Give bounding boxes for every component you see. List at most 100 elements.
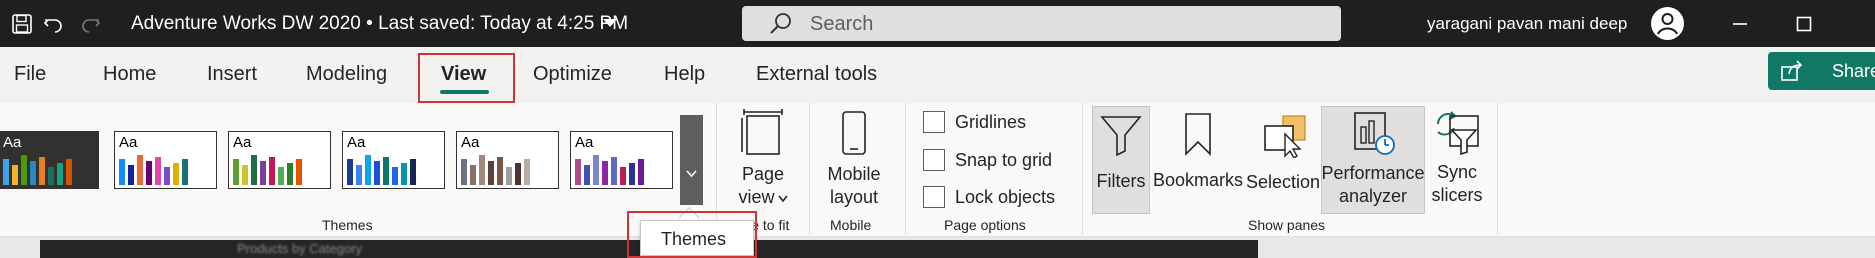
theme-color-bar bbox=[401, 163, 407, 185]
mobile-layout-button[interactable]: Mobile layout bbox=[818, 110, 890, 209]
page-view-label-line2: view bbox=[738, 187, 775, 207]
divider bbox=[1082, 103, 1083, 235]
themes-group-label: Themes bbox=[322, 217, 373, 233]
tab-home[interactable]: Home bbox=[103, 62, 156, 86]
selection-pane-button[interactable]: Selection bbox=[1245, 106, 1321, 194]
mobile-layout-label-line2: layout bbox=[829, 187, 879, 207]
theme-swatch-label: Aa bbox=[119, 134, 138, 151]
theme-color-bar bbox=[356, 165, 362, 185]
chevron-down-icon bbox=[686, 165, 697, 183]
tab-insert[interactable]: Insert bbox=[207, 62, 257, 86]
redo-icon[interactable] bbox=[76, 0, 106, 47]
lock-objects-checkbox[interactable]: Lock objects bbox=[923, 186, 1055, 208]
theme-color-bar bbox=[251, 155, 257, 185]
search-box[interactable]: Search bbox=[742, 6, 1341, 41]
bookmarks-pane-button[interactable]: Bookmarks bbox=[1152, 106, 1244, 192]
theme-color-bar bbox=[182, 159, 188, 185]
minimize-icon[interactable] bbox=[1716, 0, 1764, 47]
theme-color-bar bbox=[629, 163, 635, 185]
tab-optimize[interactable]: Optimize bbox=[533, 62, 612, 86]
checkbox-box[interactable] bbox=[923, 149, 945, 171]
theme-color-bars bbox=[3, 155, 72, 185]
theme-swatch-2[interactable]: Aa bbox=[114, 131, 217, 189]
theme-color-bar bbox=[39, 157, 45, 185]
theme-color-bar bbox=[479, 155, 485, 185]
theme-swatch-label: Aa bbox=[3, 134, 22, 151]
tab-help[interactable]: Help bbox=[664, 62, 705, 86]
theme-color-bar bbox=[296, 159, 302, 185]
view-tab-highlight bbox=[418, 53, 515, 103]
theme-color-bar bbox=[575, 159, 581, 185]
theme-color-bar bbox=[461, 159, 467, 185]
theme-color-bar bbox=[66, 159, 72, 185]
filters-pane-button[interactable]: Filters bbox=[1092, 106, 1150, 214]
theme-swatch-4[interactable]: Aa bbox=[342, 131, 445, 189]
mobile-layout-label-line1: Mobile bbox=[827, 164, 881, 184]
theme-swatch-3[interactable]: Aa bbox=[228, 131, 331, 189]
user-name[interactable]: yaragani pavan mani deep bbox=[1427, 14, 1627, 34]
title-dropdown-icon[interactable] bbox=[603, 19, 617, 27]
tab-external-tools[interactable]: External tools bbox=[756, 62, 877, 86]
tooltip-highlight bbox=[627, 211, 757, 258]
sync-slicers-label-line2: slicers bbox=[1431, 185, 1483, 205]
theme-color-bar bbox=[278, 167, 284, 185]
themes-gallery-expand[interactable] bbox=[680, 115, 703, 205]
theme-swatch-label: Aa bbox=[461, 134, 480, 151]
theme-color-bar bbox=[155, 157, 161, 185]
theme-color-bar bbox=[374, 161, 380, 185]
performance-label-line2: analyzer bbox=[1338, 186, 1408, 206]
snap-to-grid-checkbox[interactable]: Snap to grid bbox=[923, 149, 1052, 171]
document-title[interactable]: Adventure Works DW 2020 • Last saved: To… bbox=[131, 13, 628, 35]
theme-swatch-label: Aa bbox=[233, 134, 252, 151]
theme-color-bar bbox=[164, 167, 170, 185]
divider bbox=[809, 103, 810, 235]
theme-color-bar bbox=[593, 155, 599, 185]
theme-color-bar bbox=[488, 161, 494, 185]
theme-color-bars bbox=[347, 155, 416, 185]
theme-color-bar bbox=[392, 167, 398, 185]
power-bi-window: Adventure Works DW 2020 • Last saved: To… bbox=[0, 0, 1875, 258]
share-icon bbox=[1780, 59, 1804, 88]
theme-color-bars bbox=[461, 155, 530, 185]
theme-color-bar bbox=[242, 165, 248, 185]
theme-color-bar bbox=[497, 157, 503, 185]
theme-color-bars bbox=[575, 155, 644, 185]
snap-to-grid-label: Snap to grid bbox=[955, 150, 1053, 170]
undo-icon[interactable] bbox=[38, 0, 68, 47]
visual-title: Products by Category bbox=[237, 241, 363, 256]
theme-color-bar bbox=[506, 167, 512, 185]
tab-file[interactable]: File bbox=[14, 62, 46, 86]
checkbox-box[interactable] bbox=[923, 111, 945, 133]
page-view-button[interactable]: Page view bbox=[728, 108, 798, 209]
page-view-label-line1: Page bbox=[741, 164, 785, 184]
theme-color-bar bbox=[410, 159, 416, 185]
performance-analyzer-button[interactable]: Performance analyzer bbox=[1321, 106, 1425, 214]
share-label: Share bbox=[1832, 61, 1875, 81]
checkbox-box[interactable] bbox=[923, 186, 945, 208]
theme-swatch-5[interactable]: Aa bbox=[456, 131, 559, 189]
theme-color-bar bbox=[638, 159, 644, 185]
theme-color-bar bbox=[269, 157, 275, 185]
tab-modeling[interactable]: Modeling bbox=[306, 62, 387, 86]
user-avatar-icon[interactable] bbox=[1651, 7, 1684, 40]
theme-swatch-6[interactable]: Aa bbox=[570, 131, 673, 189]
theme-color-bar bbox=[119, 159, 125, 185]
show-panes-group-label: Show panes bbox=[1248, 217, 1326, 233]
theme-swatch-1[interactable]: Aa bbox=[0, 131, 99, 189]
maximize-icon[interactable] bbox=[1780, 0, 1828, 47]
theme-swatch-label: Aa bbox=[575, 134, 594, 151]
gridlines-checkbox[interactable]: Gridlines bbox=[923, 111, 1026, 133]
sync-slicers-label-line1: Sync bbox=[1436, 162, 1478, 182]
sync-slicers-icon bbox=[1432, 110, 1482, 161]
divider bbox=[905, 103, 906, 235]
search-icon bbox=[768, 12, 794, 41]
theme-color-bar bbox=[620, 167, 626, 185]
share-button[interactable]: Share bbox=[1768, 52, 1875, 90]
theme-color-bar bbox=[611, 157, 617, 185]
performance-label-line1: Performance bbox=[1321, 163, 1425, 183]
theme-swatch-label: Aa bbox=[347, 134, 366, 151]
filter-funnel-icon bbox=[1099, 113, 1143, 162]
gridlines-label: Gridlines bbox=[955, 112, 1027, 132]
theme-color-bar bbox=[260, 161, 266, 185]
sync-slicers-button[interactable]: Sync slicers bbox=[1426, 106, 1488, 207]
